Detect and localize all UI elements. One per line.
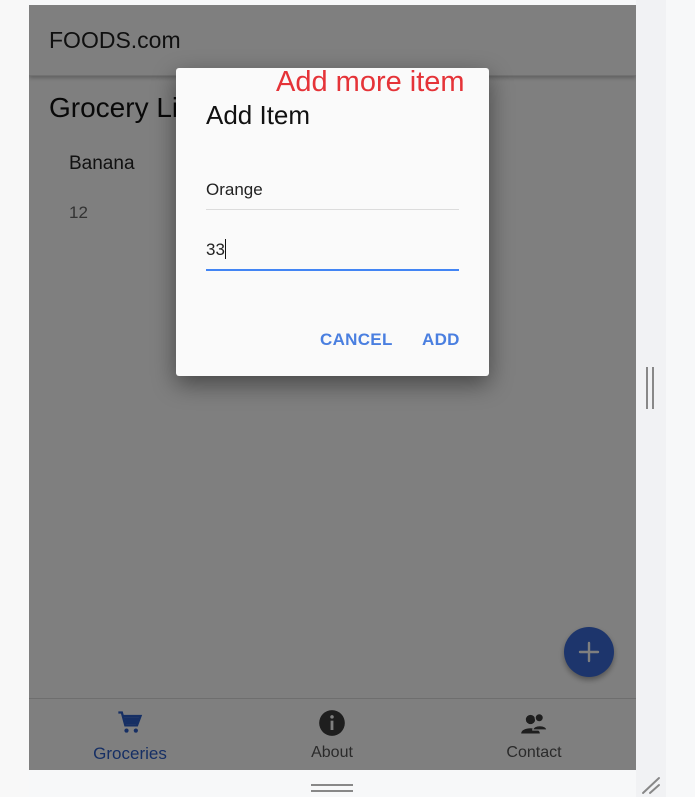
dialog-title: Add Item [206, 100, 311, 130]
resize-grip-icon[interactable] [640, 775, 662, 795]
text-caret [225, 239, 226, 259]
left-margin [0, 0, 29, 797]
horizontal-resize-handle[interactable] [311, 784, 353, 793]
item-quantity-field[interactable] [206, 233, 459, 271]
cancel-button[interactable]: CANCEL [320, 330, 393, 350]
add-button[interactable]: ADD [422, 330, 460, 350]
item-name-input[interactable] [206, 173, 459, 207]
item-quantity-input[interactable] [206, 233, 459, 267]
add-item-dialog: Add Item CANCEL ADD [176, 68, 489, 376]
annotation-label: Add more item [276, 66, 465, 98]
item-name-field[interactable] [206, 173, 459, 210]
vertical-resize-handle[interactable] [646, 367, 655, 409]
